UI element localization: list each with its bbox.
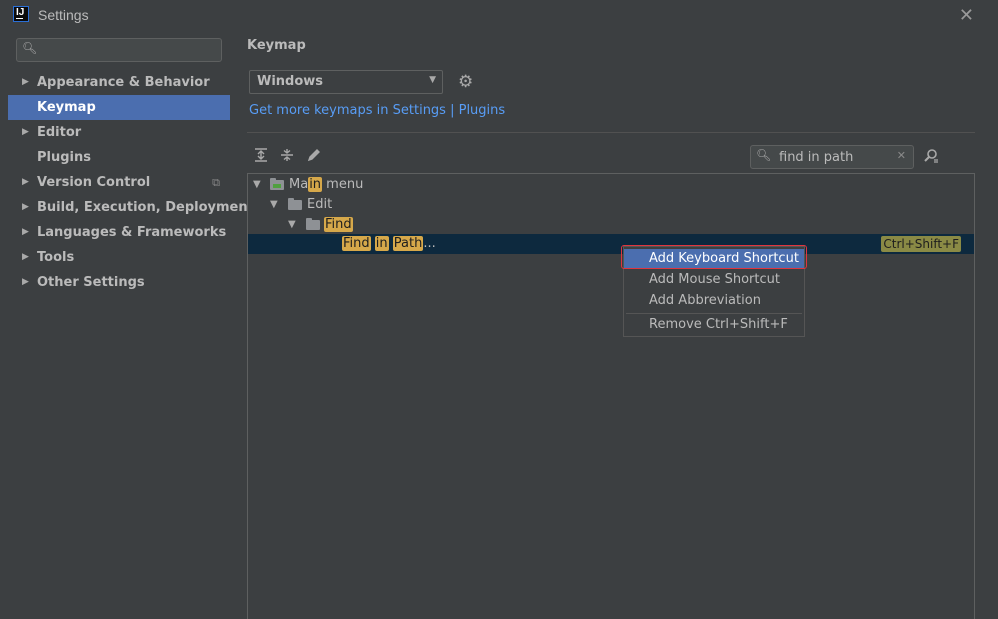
- chevron-right-icon: ▶: [22, 277, 29, 287]
- menu-item-remove-shortcut[interactable]: Remove Ctrl+Shift+F: [624, 315, 804, 335]
- sidebar-item-label: Plugins: [37, 150, 91, 165]
- intellij-logo-icon: IJ: [13, 6, 29, 22]
- tree-row-label: Main menu: [289, 177, 364, 192]
- page-title: Keymap: [247, 38, 306, 53]
- divider: [247, 132, 975, 133]
- sidebar-item-build-execution-deployment[interactable]: ▶ Build, Execution, Deployment: [8, 195, 254, 220]
- menu-item-add-keyboard-shortcut[interactable]: Add Keyboard Shortcut: [624, 249, 804, 269]
- sidebar-item-plugins[interactable]: Plugins: [8, 145, 230, 170]
- sidebar-item-label: Build, Execution, Deployment: [37, 200, 254, 215]
- tree-row-find-in-path[interactable]: Find in Path... Ctrl+Shift+F: [248, 234, 974, 254]
- sidebar-item-label: Editor: [37, 125, 82, 140]
- search-highlight: Find: [342, 236, 371, 251]
- sidebar-item-label: Keymap: [37, 100, 96, 115]
- close-icon[interactable]: ✕: [959, 5, 974, 26]
- search-highlight: Path: [392, 236, 424, 251]
- keymap-select-value: Windows: [257, 74, 324, 89]
- chevron-right-icon: ▶: [22, 127, 29, 137]
- sidebar-item-label: Appearance & Behavior: [37, 75, 210, 90]
- expand-triangle-icon: ▼: [253, 179, 261, 190]
- tree-row-label: Find: [324, 215, 353, 235]
- sidebar-item-version-control[interactable]: ▶ Version Control ⧉: [8, 170, 230, 195]
- collapse-all-icon[interactable]: [280, 148, 294, 166]
- search-highlight: Find: [324, 217, 353, 232]
- menu-separator: [626, 313, 802, 314]
- sidebar-item-label: Languages & Frameworks: [37, 225, 227, 240]
- search-highlight: in: [374, 236, 389, 251]
- chevron-right-icon: ▶: [22, 252, 29, 262]
- edit-icon[interactable]: [307, 148, 321, 166]
- tree-row-main-menu[interactable]: ▼ Main menu: [248, 175, 974, 195]
- menu-item-add-abbreviation[interactable]: Add Abbreviation: [624, 291, 804, 311]
- clear-search-icon[interactable]: ✕: [897, 149, 906, 162]
- chevron-right-icon: ▶: [22, 202, 29, 212]
- sidebar-item-label: Other Settings: [37, 275, 145, 290]
- sidebar-item-editor[interactable]: ▶ Editor: [8, 120, 230, 145]
- expand-triangle-icon: ▼: [270, 199, 278, 210]
- folder-icon: [306, 218, 320, 230]
- window-title: Settings: [38, 7, 89, 23]
- tree-row-label: Find in Path...: [342, 236, 436, 251]
- chevron-down-icon: ▼: [429, 75, 436, 85]
- chevron-right-icon: ▶: [22, 77, 29, 87]
- search-icon: 🔍︎: [22, 41, 38, 55]
- sidebar-item-tools[interactable]: ▶ Tools: [8, 245, 230, 270]
- keymap-search-box[interactable]: 🔍︎ ✕: [750, 145, 914, 169]
- chevron-right-icon: ▶: [22, 227, 29, 237]
- sidebar-item-label: Version Control: [37, 175, 151, 190]
- search-highlight: in: [308, 177, 323, 192]
- settings-sidebar: 🔍︎ ▶ Appearance & Behavior Keymap ▶ Edit…: [8, 30, 254, 618]
- tree-row-edit[interactable]: ▼ Edit: [248, 195, 974, 215]
- context-menu: Add Keyboard Shortcut Add Mouse Shortcut…: [623, 246, 805, 337]
- keymap-panel: Keymap Windows ▼ ⚙ Get more keymaps in S…: [230, 30, 998, 619]
- gear-icon[interactable]: ⚙: [458, 72, 473, 92]
- shortcut-badge: Ctrl+Shift+F: [881, 236, 961, 252]
- folder-icon: [288, 198, 302, 210]
- sidebar-item-appearance-behavior[interactable]: ▶ Appearance & Behavior: [8, 70, 230, 95]
- chevron-right-icon: ▶: [22, 177, 29, 187]
- more-keymaps-link[interactable]: Get more keymaps in Settings | Plugins: [249, 103, 505, 118]
- find-shortcut-icon[interactable]: [923, 148, 939, 168]
- copy-icon: ⧉: [212, 176, 220, 189]
- search-icon: 🔍︎: [756, 148, 772, 162]
- main-menu-folder-icon: [270, 178, 284, 190]
- sidebar-item-languages-frameworks[interactable]: ▶ Languages & Frameworks: [8, 220, 230, 245]
- menu-item-add-mouse-shortcut[interactable]: Add Mouse Shortcut: [624, 270, 804, 290]
- sidebar-nav: ▶ Appearance & Behavior Keymap ▶ Editor …: [8, 70, 254, 295]
- keymap-select[interactable]: Windows ▼: [249, 70, 443, 94]
- sidebar-item-keymap[interactable]: Keymap: [8, 95, 230, 120]
- expand-triangle-icon: ▼: [288, 219, 296, 230]
- title-bar: IJ Settings ✕: [0, 0, 998, 30]
- keymap-tree: ▼ Main menu ▼ Edit ▼ Find Find in Path..…: [247, 173, 975, 619]
- tree-row-label: Edit: [307, 197, 333, 212]
- tree-row-find[interactable]: ▼ Find: [248, 215, 974, 235]
- expand-all-icon[interactable]: [254, 148, 268, 166]
- sidebar-item-label: Tools: [37, 250, 75, 265]
- keymap-search-input[interactable]: [779, 148, 889, 166]
- sidebar-item-other-settings[interactable]: ▶ Other Settings: [8, 270, 230, 295]
- sidebar-search-input[interactable]: 🔍︎: [16, 38, 222, 62]
